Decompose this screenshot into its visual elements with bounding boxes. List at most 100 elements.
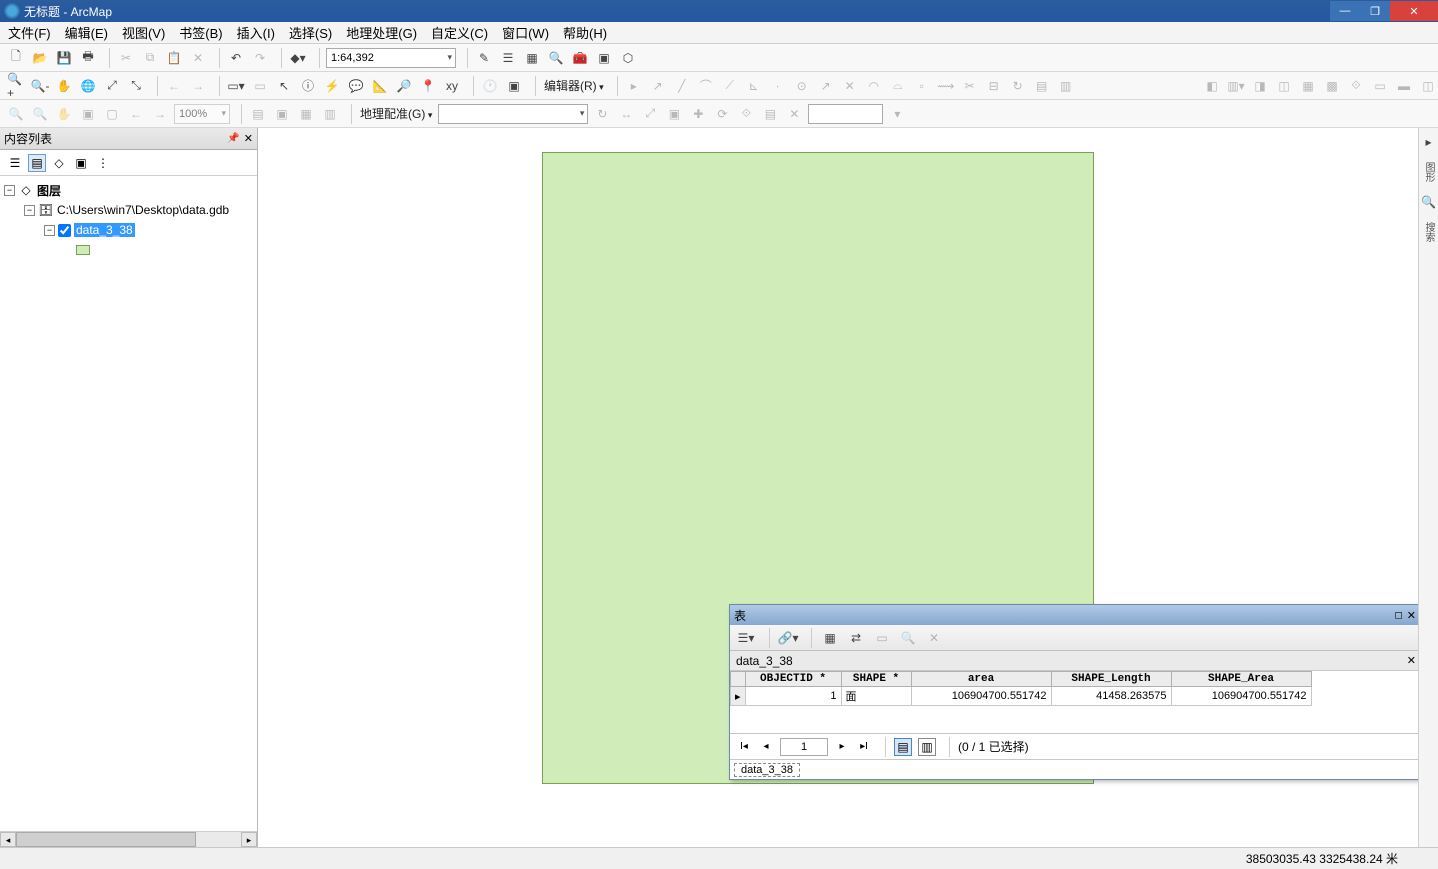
georeferencing-menu[interactable]: 地理配准(G) xyxy=(358,105,434,122)
select-elements-icon[interactable]: ↖ xyxy=(274,76,294,96)
menu-insert[interactable]: 插入(I) xyxy=(237,23,275,42)
tree-toggle-root[interactable]: − xyxy=(4,185,15,196)
zoom-out-icon[interactable]: 🔍- xyxy=(30,76,50,96)
georef-layer-combo[interactable] xyxy=(438,104,588,124)
tree-toggle-gdb[interactable]: − xyxy=(24,205,35,216)
arc-segment-icon[interactable]: ◠ xyxy=(864,76,884,96)
catalog-icon[interactable]: ▦ xyxy=(522,48,542,68)
nav-first-icon[interactable]: I◂ xyxy=(736,739,752,755)
toc-hscroll[interactable]: ◂ ▸ xyxy=(0,831,257,847)
tree-root-label[interactable]: 图层 xyxy=(37,182,61,199)
full-extent-icon[interactable]: 🌐 xyxy=(78,76,98,96)
scale-combo[interactable]: 1:64,392 xyxy=(326,48,456,68)
show-selected-records-icon[interactable]: ▥ xyxy=(918,738,936,756)
cell-shape-area[interactable]: 106904700.551742 xyxy=(1171,687,1311,706)
attr-tab[interactable]: data_3_38 xyxy=(734,763,800,777)
georef-rotate-icon[interactable]: ↻ xyxy=(592,104,612,124)
editor-toolbar-icon[interactable]: ✎ xyxy=(474,48,494,68)
open-icon[interactable]: 📂 xyxy=(30,48,50,68)
undo-icon[interactable]: ↶ xyxy=(226,48,246,68)
print-icon[interactable]: 🖶 xyxy=(78,48,98,68)
fixed-zoom-in-icon[interactable]: ⤢ xyxy=(102,76,122,96)
map-view[interactable]: 表 ◻ ✕ ☰▾ 🔗▾ ▦ ⇄ ▭ 🔍 ✕ data_3_38 ✕ xyxy=(258,128,1438,847)
copy-icon[interactable]: ⧉ xyxy=(140,48,160,68)
toggle-draft-icon[interactable]: ▤ xyxy=(248,104,268,124)
cell-area[interactable]: 106904700.551742 xyxy=(911,687,1051,706)
menu-selection[interactable]: 选择(S) xyxy=(289,23,332,42)
georef-shift-icon[interactable]: ↔ xyxy=(616,104,636,124)
layer-visibility-checkbox[interactable] xyxy=(58,224,71,237)
toc-close-icon[interactable]: ✕ xyxy=(244,132,253,145)
nav-last-icon[interactable]: ▸I xyxy=(856,739,872,755)
toc-tab-visibility[interactable]: ◇ xyxy=(50,154,68,172)
menu-file[interactable]: 文件(F) xyxy=(8,23,51,42)
attr-close-icon[interactable]: ✕ xyxy=(1407,609,1416,622)
pan-icon[interactable]: ✋ xyxy=(54,76,74,96)
maximize-button[interactable]: ❐ xyxy=(1360,1,1390,21)
right-tab-2[interactable]: 搜索 xyxy=(1421,222,1436,242)
cell-shape-length[interactable]: 41458.263575 xyxy=(1051,687,1171,706)
trace-icon[interactable]: ⟋ xyxy=(720,76,740,96)
layout-zoom-in-icon[interactable]: 🔍 xyxy=(6,104,26,124)
compare-icon[interactable]: ◫ xyxy=(1274,76,1294,96)
right-tab-1[interactable]: 图形 xyxy=(1421,162,1436,182)
direction-distance-icon[interactable]: ↗ xyxy=(816,76,836,96)
attr-sub-close-icon[interactable]: ✕ xyxy=(1407,654,1416,667)
auto-registration-icon[interactable]: ⟳ xyxy=(712,104,732,124)
menu-bookmarks[interactable]: 书签(B) xyxy=(179,23,222,42)
close-button[interactable]: ✕ xyxy=(1390,1,1438,21)
col-shape[interactable]: SHAPE * xyxy=(841,672,911,687)
adjust-icon[interactable]: ⟐ xyxy=(1346,76,1366,96)
select-link-icon[interactable]: ⟐ xyxy=(736,104,756,124)
html-popup-icon[interactable]: 💬 xyxy=(346,76,366,96)
toc-tab-drawing-order[interactable]: ☰ xyxy=(6,154,24,172)
scroll-right-icon[interactable]: ▸ xyxy=(241,832,257,847)
find-route-icon[interactable]: 📍 xyxy=(418,76,438,96)
col-area[interactable]: area xyxy=(911,672,1051,687)
add-control-points-icon[interactable]: ✚ xyxy=(688,104,708,124)
row-selector[interactable]: ▸ xyxy=(731,687,746,706)
col-shape-length[interactable]: SHAPE_Length xyxy=(1051,672,1171,687)
select-features-icon[interactable]: ▭▾ xyxy=(226,76,246,96)
split-icon[interactable]: ⊟ xyxy=(984,76,1004,96)
right-angle-icon[interactable]: ⊾ xyxy=(744,76,764,96)
minimize-button[interactable]: — xyxy=(1330,1,1360,21)
search-icon[interactable]: 🔍 xyxy=(546,48,566,68)
tangent-icon[interactable]: ⌓ xyxy=(888,76,908,96)
tree-toggle-layer[interactable]: − xyxy=(44,225,55,236)
zoom-100-icon[interactable]: ▢ xyxy=(102,104,122,124)
toc-pin-icon[interactable]: 📌 xyxy=(227,133,239,144)
scroll-thumb[interactable] xyxy=(16,832,196,847)
attr-grid[interactable]: OBJECTID * SHAPE * area SHAPE_Length SHA… xyxy=(730,671,1420,733)
prev-extent-icon[interactable]: ← xyxy=(164,76,184,96)
create-viewer-icon[interactable]: ▣ xyxy=(504,76,524,96)
sketch-props-icon[interactable]: ▥ xyxy=(1056,76,1076,96)
col-objectid[interactable]: OBJECTID * xyxy=(745,672,841,687)
show-all-records-icon[interactable]: ▤ xyxy=(894,738,912,756)
mask-icon[interactable]: ▬ xyxy=(1394,76,1414,96)
next-extent-icon[interactable]: → xyxy=(188,76,208,96)
focus-data-frame-icon[interactable]: ▣ xyxy=(272,104,292,124)
layout-zoom-out-icon[interactable]: 🔍 xyxy=(30,104,50,124)
model-icon[interactable]: ⬡ xyxy=(618,48,638,68)
link-table-icon[interactable]: ▤ xyxy=(760,104,780,124)
scroll-left-icon[interactable]: ◂ xyxy=(0,832,16,847)
effects-icon[interactable]: ◧ xyxy=(1202,76,1222,96)
midpoint-icon[interactable]: ∙ xyxy=(768,76,788,96)
distance-distance-icon[interactable]: ⊙ xyxy=(792,76,812,96)
add-data-icon[interactable]: ◆▾ xyxy=(288,48,308,68)
attr-maximize-icon[interactable]: ◻ xyxy=(1394,610,1402,621)
rotate-icon[interactable]: ↻ xyxy=(1008,76,1028,96)
save-icon[interactable]: 💾 xyxy=(54,48,74,68)
zoom-combo[interactable]: 100% xyxy=(174,104,230,124)
time-slider-icon[interactable]: 🕐 xyxy=(480,76,500,96)
toolbox-icon[interactable]: 🧰 xyxy=(570,48,590,68)
menu-geoprocessing[interactable]: 地理处理(G) xyxy=(346,23,417,42)
redo-icon[interactable]: ↷ xyxy=(250,48,270,68)
clear-selection-icon[interactable]: ▭ xyxy=(250,76,270,96)
delete-selected-icon[interactable]: ✕ xyxy=(924,628,944,648)
measure-icon[interactable]: 📐 xyxy=(370,76,390,96)
table-options-icon[interactable]: ☰▾ xyxy=(736,628,756,648)
change-layout-icon[interactable]: ▦ xyxy=(296,104,316,124)
data-driven-pages-icon[interactable]: ▥ xyxy=(320,104,340,124)
